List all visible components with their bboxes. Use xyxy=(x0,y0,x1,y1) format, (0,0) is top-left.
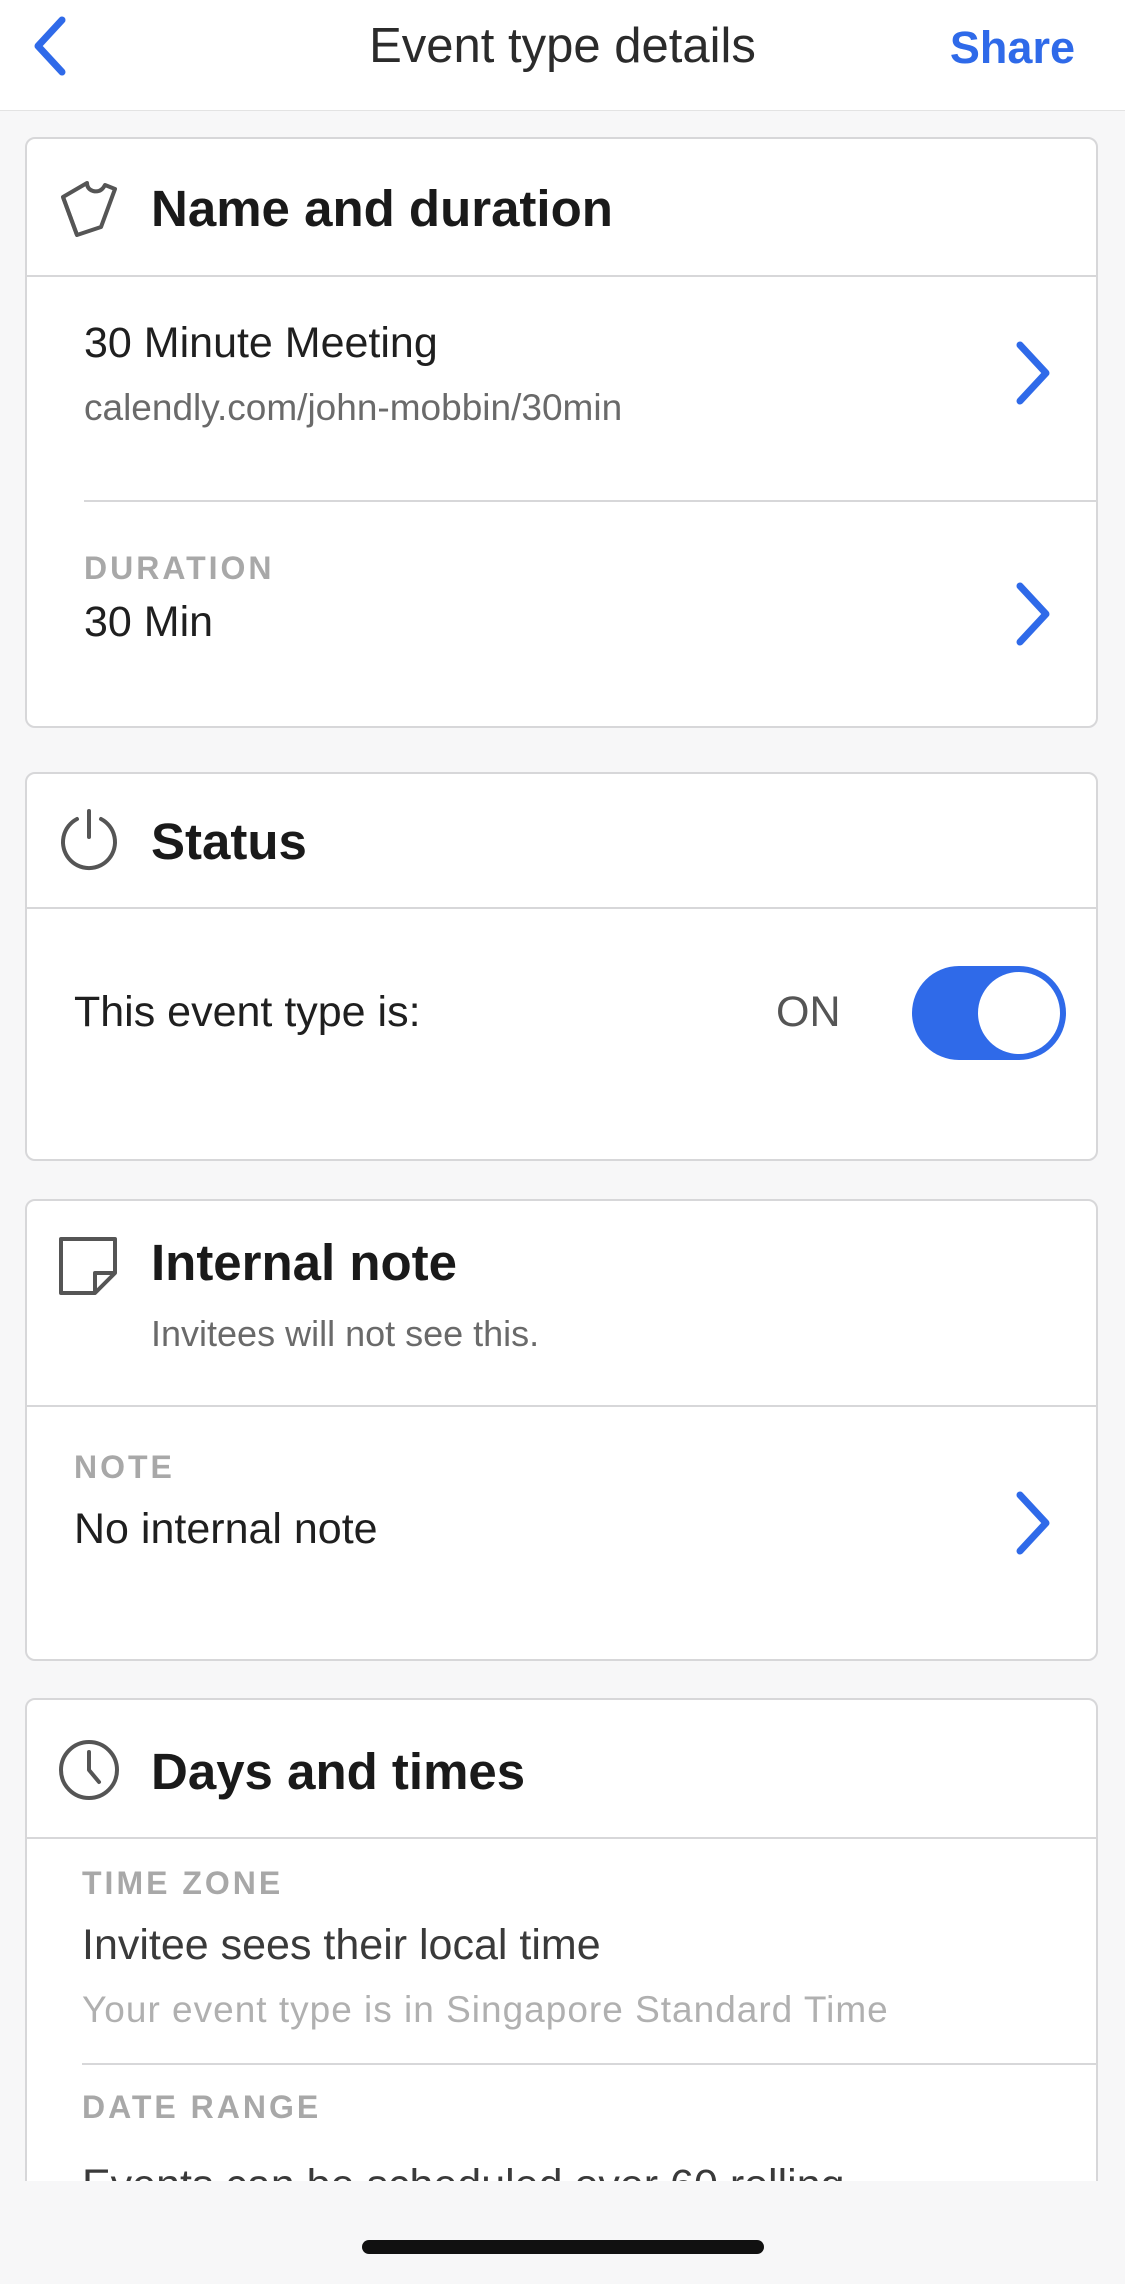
duration-value: 30 Min xyxy=(84,598,214,646)
duration-row[interactable]: DURATION 30 Min xyxy=(27,502,1096,726)
name-duration-card: Name and duration 30 Minute Meeting cale… xyxy=(25,137,1098,728)
card-title: Name and duration xyxy=(151,180,613,237)
status-card: Status This event type is: ON xyxy=(25,772,1098,1161)
time-zone-label: TIME ZONE xyxy=(82,1865,284,1901)
power-icon xyxy=(57,807,121,871)
clock-icon xyxy=(57,1738,121,1802)
card-subtitle: Invitees will not see this. xyxy=(151,1313,540,1354)
bottom-safe-area xyxy=(0,2181,1125,2284)
status-label: This event type is: xyxy=(74,988,421,1036)
card-header: Internal note Invitees will not see this… xyxy=(27,1201,1096,1407)
chevron-right-icon xyxy=(1012,1491,1054,1555)
time-zone-row[interactable]: TIME ZONE Invitee sees their local time … xyxy=(27,1841,1096,2063)
card-header: Status xyxy=(27,774,1096,909)
chevron-right-icon xyxy=(1012,582,1054,646)
duration-label: DURATION xyxy=(84,550,275,586)
card-header: Days and times xyxy=(27,1700,1096,1839)
time-zone-sub: Your event type is in Singapore Standard… xyxy=(82,1989,889,2030)
date-range-label: DATE RANGE xyxy=(82,2089,322,2125)
event-url: calendly.com/john-mobbin/30min xyxy=(84,387,623,428)
share-button[interactable]: Share xyxy=(950,14,1075,82)
chevron-right-icon xyxy=(1012,341,1054,405)
days-times-card: Days and times TIME ZONE Invitee sees th… xyxy=(25,1698,1098,2238)
card-title: Days and times xyxy=(151,1743,526,1800)
ticket-icon xyxy=(57,179,121,239)
event-name-row[interactable]: 30 Minute Meeting calendly.com/john-mobb… xyxy=(27,279,1096,501)
card-title: Internal note xyxy=(151,1234,458,1291)
card-title: Status xyxy=(151,813,307,870)
internal-note-card: Internal note Invitees will not see this… xyxy=(25,1199,1098,1661)
card-header: Name and duration xyxy=(27,139,1096,277)
toggle-knob xyxy=(978,972,1060,1054)
note-label: NOTE xyxy=(74,1449,175,1485)
note-value: No internal note xyxy=(74,1505,378,1553)
status-toggle[interactable] xyxy=(912,966,1066,1060)
note-row[interactable]: NOTE No internal note xyxy=(27,1409,1096,1659)
nav-header: Event type details Share xyxy=(0,0,1125,111)
time-zone-value: Invitee sees their local time xyxy=(82,1921,601,1969)
status-state-text: ON xyxy=(776,988,841,1036)
event-name: 30 Minute Meeting xyxy=(84,319,438,367)
home-indicator xyxy=(362,2240,764,2254)
note-icon xyxy=(57,1235,119,1297)
